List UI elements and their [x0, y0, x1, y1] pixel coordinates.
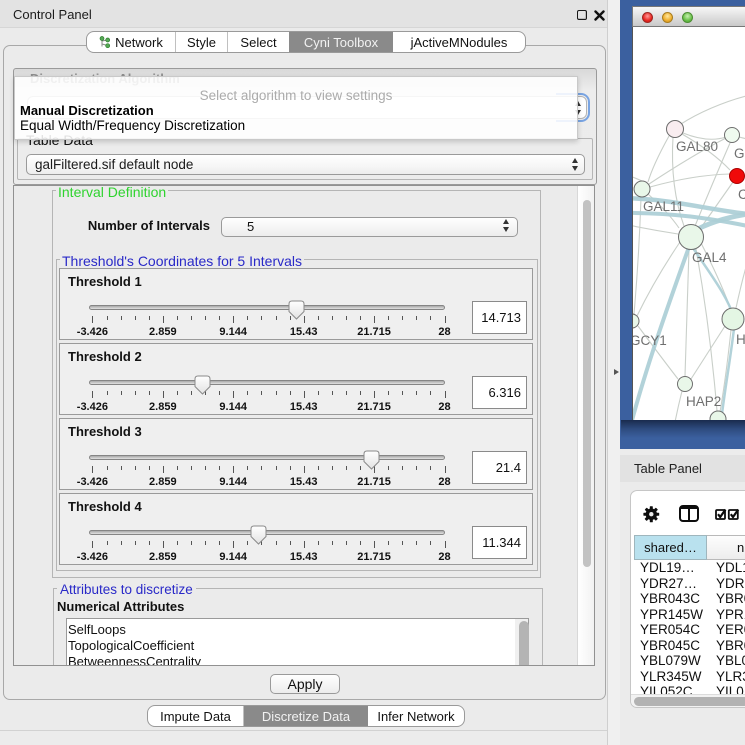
- svg-text:C: C: [738, 187, 745, 202]
- svg-text:G: G: [734, 146, 745, 161]
- svg-text:GAL80: GAL80: [676, 139, 718, 154]
- svg-text:GCY1: GCY1: [633, 333, 667, 348]
- svg-text:H: H: [736, 332, 745, 347]
- svg-text:GAL4: GAL4: [692, 250, 727, 265]
- svg-text:GAL11: GAL11: [643, 199, 684, 214]
- svg-text:HAP2: HAP2: [686, 394, 721, 409]
